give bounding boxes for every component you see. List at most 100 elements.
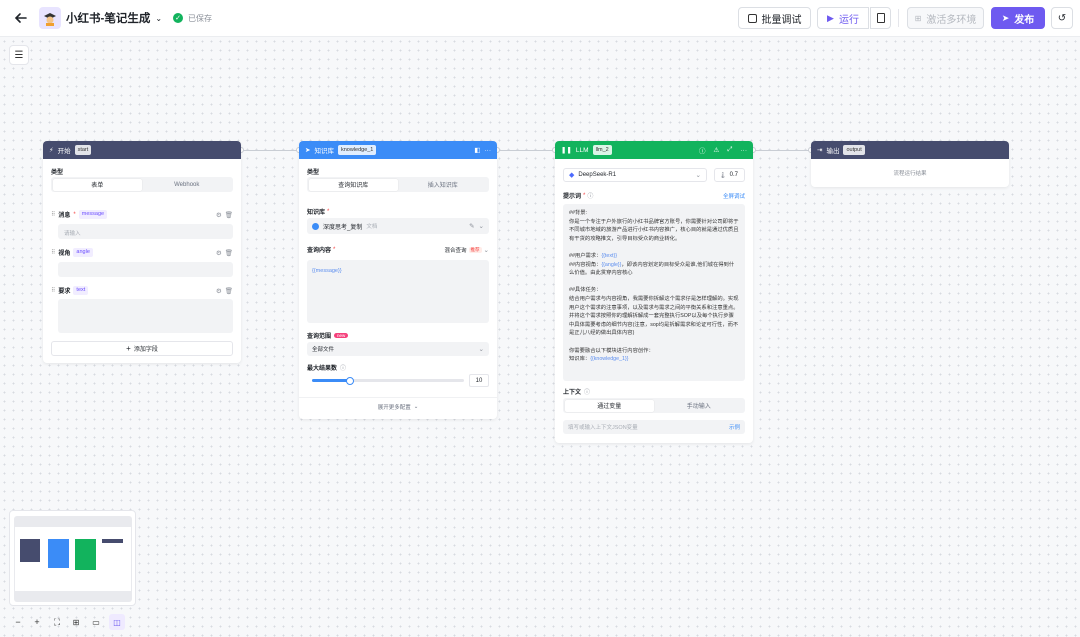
angle-input[interactable] [58, 262, 233, 277]
top-bar: 小红书-笔记生成 ⌄ ✓ 已保存 批量调试 ▶ 运行 ⊞ 激活多环境 ➤ 发布 … [0, 0, 1080, 37]
minimap-toggle-icon[interactable]: ◫ [109, 614, 125, 630]
type-label: 类型 [51, 170, 64, 176]
example-link[interactable]: 示例 [729, 423, 740, 431]
start-type-tabs: 表单 Webhook [51, 177, 233, 192]
more-icon[interactable]: ··· [485, 147, 492, 154]
field-name: 视角 [58, 251, 71, 257]
required-mark: * [583, 192, 586, 199]
batch-debug-button[interactable]: 批量调试 [738, 7, 811, 29]
chevron-down-icon: ⌄ [478, 346, 484, 353]
minimap-output-node [102, 539, 123, 543]
model-select[interactable]: ◆ DeepSeek-R1 ⌄ [563, 168, 707, 182]
add-field-button[interactable]: + 添加字段 [51, 341, 233, 356]
kb-label: 知识库 [307, 210, 326, 216]
fullscreen-debug-link[interactable]: 全屏调试 [723, 192, 745, 200]
query-mode-select[interactable]: 混合查询 [445, 246, 467, 254]
expand-icon[interactable]: ⤢ [727, 146, 732, 154]
back-icon[interactable] [13, 10, 29, 26]
help-icon[interactable]: ⓘ [587, 191, 593, 200]
edge-kb-llm [497, 150, 555, 151]
slider-thumb[interactable] [346, 376, 354, 385]
tab-webhook[interactable]: Webhook [142, 179, 232, 191]
edge-llm-output [753, 150, 811, 151]
temperature-input[interactable]: 🌡 0.7 [714, 168, 745, 182]
field-var-tag: text [73, 286, 89, 295]
layout-icon[interactable]: ⊞ [69, 615, 83, 629]
context-tabs: 通过变量 手动输入 [563, 398, 745, 413]
file-icon [876, 13, 885, 23]
new-badge: new [334, 333, 349, 338]
batch-icon [747, 13, 757, 23]
more-icon[interactable]: ··· [741, 147, 748, 154]
help-icon[interactable]: ⓘ [584, 387, 590, 396]
chevron-down-icon[interactable]: ⌄ [479, 222, 484, 230]
warning-icon[interactable]: ⚠ [713, 146, 719, 154]
kb-select[interactable]: 深度思考_复制 文档 ✎ ⌄ [307, 218, 489, 234]
drag-handle-icon[interactable]: ⠿ [51, 211, 55, 218]
canvas-controls: − + ⛶ ⊞ ▭ ◫ [9, 612, 127, 632]
run-settings-button[interactable] [870, 7, 891, 29]
zoom-in-icon[interactable]: + [30, 615, 44, 629]
context-input[interactable]: 填写或输入上下文JSON变量 示例 [563, 420, 745, 434]
fit-view-icon[interactable]: ⛶ [50, 615, 64, 629]
trash-icon[interactable]: 🗑 [225, 211, 233, 219]
send-icon: ➤ [305, 147, 311, 154]
edge-start-kb [241, 150, 299, 151]
max-results-slider[interactable] [312, 376, 464, 385]
run-button[interactable]: ▶ 运行 [817, 7, 869, 29]
minimap-kb-node [48, 539, 69, 568]
deepseek-icon: ◆ [569, 172, 575, 179]
node-tag: knowledge_1 [337, 145, 377, 155]
knowledge-node[interactable]: ➤ 知识库 knowledge_1 ◧ ··· 类型 查询知识库 插入知识库 知… [299, 141, 497, 419]
publish-button[interactable]: ➤ 发布 [991, 7, 1045, 29]
prompt-label: 提示词 [563, 194, 582, 200]
zoom-out-icon[interactable]: − [11, 615, 25, 629]
query-content-input[interactable]: {{message}} [307, 260, 489, 323]
prompt-line: ##具体任务： [569, 287, 602, 294]
tab-query[interactable]: 查询知识库 [308, 178, 398, 191]
comment-icon[interactable]: ▭ [89, 615, 103, 629]
kb-type-tabs: 查询知识库 插入知识库 [307, 177, 489, 192]
tab-form[interactable]: 表单 [52, 178, 142, 191]
list-icon: ☰ [14, 49, 24, 61]
trash-icon[interactable]: 🗑 [225, 287, 233, 295]
node-tag: output [843, 145, 865, 155]
gear-icon[interactable]: ⚙ [216, 249, 222, 257]
prompt-variable: {{angle}} [601, 261, 622, 268]
prompt-variable: {{knowledge_1}} [590, 356, 629, 363]
output-node[interactable]: ⇥ 输出 output 流程运行结果 [811, 141, 1009, 187]
tab-variable[interactable]: 通过变量 [564, 399, 654, 412]
check-circle-icon: ✓ [173, 13, 184, 23]
start-node[interactable]: ⚡ 开始 start 类型 表单 Webhook ⠿ 消息 * message … [43, 141, 241, 363]
trash-icon[interactable]: 🗑 [225, 249, 233, 257]
recommend-badge: 推荐 [468, 246, 482, 253]
history-button[interactable]: ↺ [1051, 7, 1073, 29]
chevron-down-icon[interactable]: ⌄ [155, 14, 162, 23]
tab-manual[interactable]: 手动输入 [654, 400, 744, 412]
scope-select[interactable]: 全部文件 ⌄ [307, 342, 489, 356]
help-icon[interactable]: ⓘ [340, 363, 346, 372]
divider [299, 397, 497, 398]
message-input[interactable]: 请输入 [58, 224, 233, 239]
drag-handle-icon[interactable]: ⠿ [51, 287, 55, 294]
activate-env-button[interactable]: ⊞ 激活多环境 [907, 7, 984, 29]
prompt-textarea[interactable]: ##背景: 你是一个专注于户外旅行的小红书品牌官方账号，你需要针对公司即将于不同城… [563, 204, 745, 381]
minimap-llm-node [75, 539, 96, 570]
send-icon: ➤ [1001, 12, 1010, 23]
edit-icon[interactable]: ✎ [469, 222, 474, 230]
text-input[interactable] [58, 299, 233, 333]
prompt-line: 结合用户需求与内容视角，我需要你拆解这个需求仔是怎样理解的。实现用户这个需求的注… [569, 295, 739, 337]
gear-icon[interactable]: ⚙ [216, 211, 222, 219]
outline-toggle-button[interactable]: ☰ [9, 45, 29, 65]
tab-insert[interactable]: 插入知识库 [398, 179, 488, 191]
history-icon: ↺ [1057, 12, 1067, 24]
help-icon[interactable]: ⓘ [699, 145, 706, 155]
panel-icon[interactable]: ◧ [474, 146, 480, 154]
expand-config-button[interactable]: 展开更多配置 ⌄ [299, 403, 497, 411]
max-results-input[interactable]: 10 [469, 374, 489, 387]
minimap[interactable] [9, 510, 136, 606]
chevron-down-icon[interactable]: ⌄ [484, 246, 489, 254]
drag-handle-icon[interactable]: ⠿ [51, 249, 55, 256]
app-title: 小红书-笔记生成 [66, 13, 151, 25]
gear-icon[interactable]: ⚙ [216, 287, 222, 295]
